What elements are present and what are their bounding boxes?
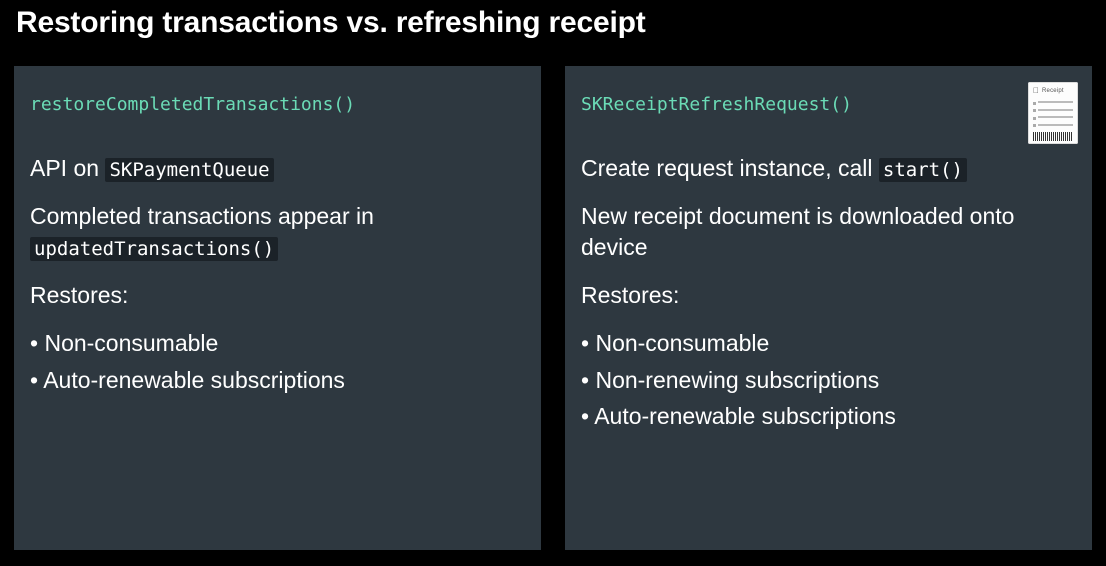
list-item: Non-consumable — [581, 328, 1076, 358]
text: Create request instance, call — [581, 155, 879, 181]
columns: restoreCompletedTransactions() API on SK… — [14, 66, 1092, 550]
list-item: Non-consumable — [30, 328, 525, 358]
right-restores-list: Non-consumable Non-renewing subscription… — [581, 328, 1076, 431]
slide-title: Restoring transactions vs. refreshing re… — [14, 0, 1092, 66]
left-line-1: API on SKPaymentQueue — [30, 153, 525, 183]
receipt-icon-label: Receipt — [1042, 88, 1064, 94]
receipt-icon:  Receipt — [1028, 82, 1078, 144]
text: Completed transactions appear in — [30, 203, 374, 229]
right-line-2: New receipt document is downloaded onto … — [581, 201, 1076, 262]
list-item: Auto-renewable subscriptions — [30, 365, 525, 395]
inline-code: updatedTransactions() — [30, 237, 278, 261]
barcode-icon — [1033, 132, 1073, 141]
slide: Restoring transactions vs. refreshing re… — [0, 0, 1106, 550]
list-item: Auto-renewable subscriptions — [581, 401, 1076, 431]
left-restores-label: Restores: — [30, 280, 525, 310]
right-api-name: SKReceiptRefreshRequest() — [581, 94, 1076, 115]
right-line-1: Create request instance, call start() — [581, 153, 1076, 183]
text: API on — [30, 155, 105, 181]
right-panel:  Receipt SKReceiptRefreshRequest() Crea… — [565, 66, 1092, 550]
right-restores-label: Restores: — [581, 280, 1076, 310]
inline-code: SKPaymentQueue — [105, 158, 273, 182]
left-panel: restoreCompletedTransactions() API on SK… — [14, 66, 541, 550]
list-item: Non-renewing subscriptions — [581, 365, 1076, 395]
left-api-name: restoreCompletedTransactions() — [30, 94, 525, 115]
left-line-2: Completed transactions appear in updated… — [30, 201, 525, 262]
inline-code: start() — [879, 158, 967, 182]
apple-logo-icon:  — [1033, 87, 1039, 95]
left-restores-list: Non-consumable Auto-renewable subscripti… — [30, 328, 525, 395]
